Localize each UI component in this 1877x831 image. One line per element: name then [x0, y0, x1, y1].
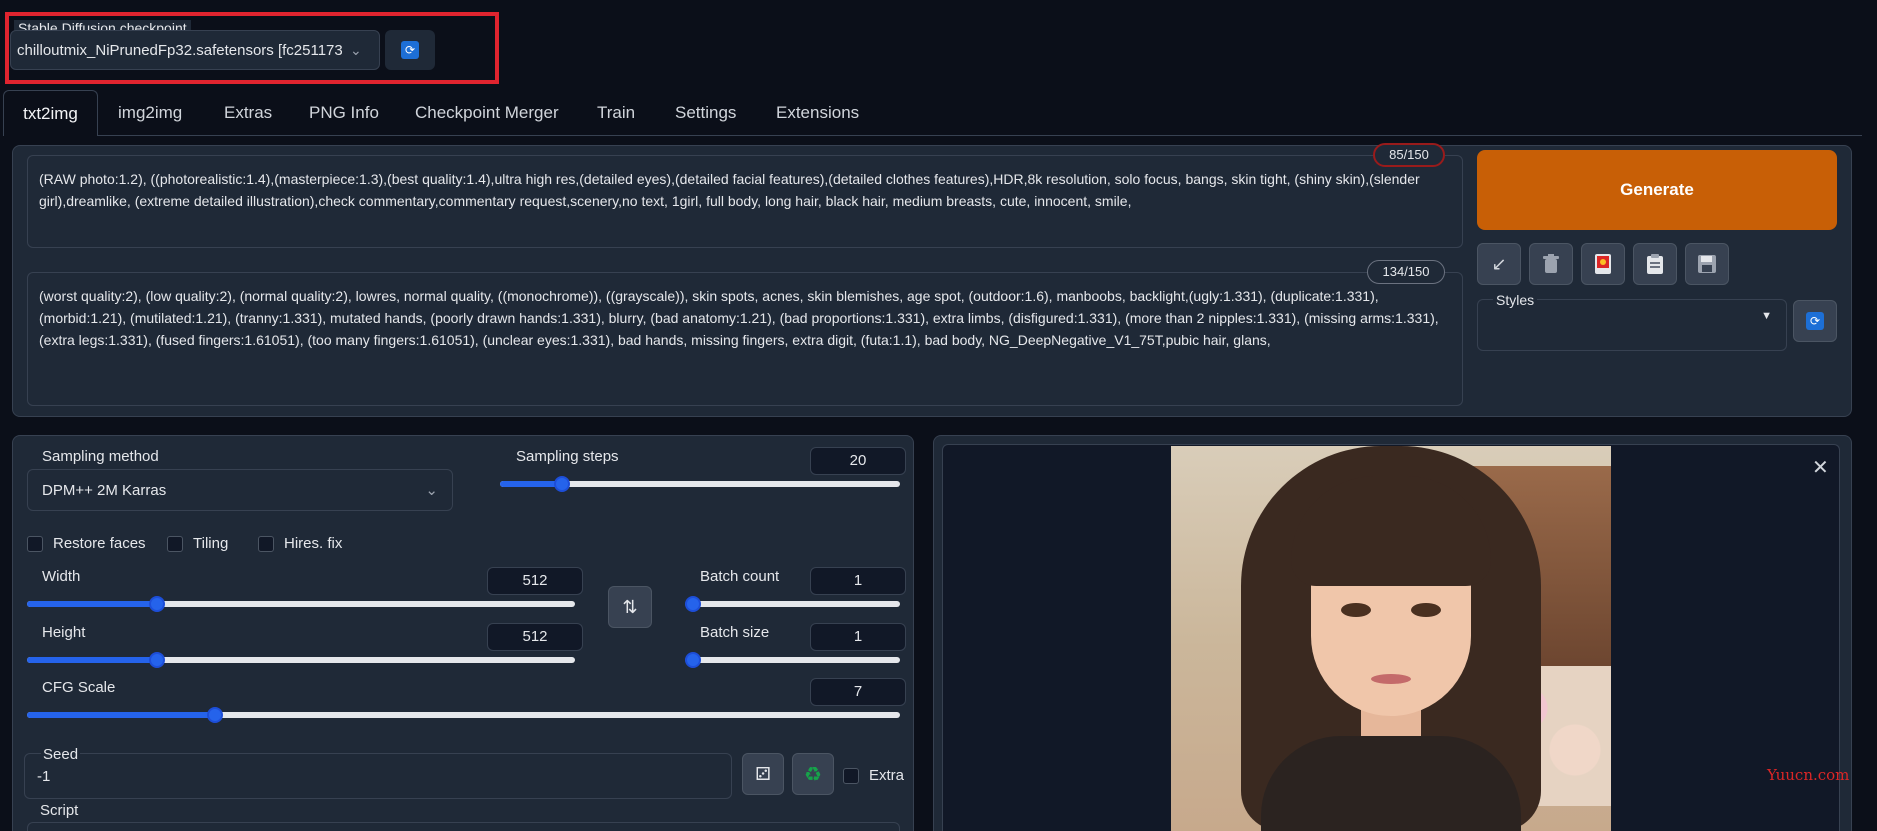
negative-prompt-text: (worst quality:2), (low quality:2), (nor…: [39, 288, 1439, 348]
save-style-button[interactable]: [1685, 243, 1729, 285]
restore-faces-label: Restore faces: [53, 535, 146, 552]
prompt-textarea[interactable]: (RAW photo:1.2), ((photorealistic:1.4),(…: [27, 155, 1463, 248]
height-label: Height: [42, 624, 86, 641]
sampling-steps-slider[interactable]: [500, 476, 900, 492]
seed-value: -1: [37, 768, 51, 785]
height-input[interactable]: 512: [487, 623, 583, 651]
eye-right: [1411, 603, 1441, 617]
sampling-method-label: Sampling method: [42, 448, 159, 465]
batch-size-slider[interactable]: [685, 652, 900, 668]
checkpoint-refresh-button[interactable]: ⟳: [385, 30, 435, 70]
script-dropdown[interactable]: [27, 822, 900, 831]
script-label: Script: [40, 802, 79, 819]
tab-png-info[interactable]: PNG Info: [309, 103, 379, 123]
extra-networks-button[interactable]: [1581, 243, 1625, 285]
seed-label: Seed: [41, 746, 81, 763]
blouse: [1261, 736, 1521, 831]
trash-icon: [1543, 254, 1559, 273]
random-seed-button[interactable]: ⚂: [742, 753, 784, 795]
chevron-down-icon: ▼: [1761, 310, 1772, 322]
dice-icon: ⚂: [755, 763, 771, 784]
tab-train[interactable]: Train: [597, 103, 635, 123]
reuse-seed-button[interactable]: ♻: [792, 753, 834, 795]
clipboard-icon: [1647, 254, 1663, 274]
batch-count-input[interactable]: 1: [810, 567, 906, 595]
clear-prompt-button[interactable]: [1529, 243, 1573, 285]
tiling-label: Tiling: [193, 535, 229, 552]
tab-img2img[interactable]: img2img: [118, 103, 182, 123]
swap-icon: ⇅: [622, 596, 638, 617]
sampling-method-dropdown[interactable]: DPM++ 2M Karras ⌄: [27, 469, 453, 511]
refresh-icon: ⟳: [401, 41, 419, 59]
tab-checkpoint-merger[interactable]: Checkpoint Merger: [415, 103, 559, 123]
checkbox-box: [258, 535, 274, 552]
checkpoint-dropdown[interactable]: chilloutmix_NiPrunedFp32.safetensors [fc…: [10, 30, 380, 70]
prompt-token-counter: 85/150: [1373, 143, 1445, 167]
height-slider[interactable]: [27, 652, 575, 668]
batch-count-label: Batch count: [700, 568, 780, 585]
chevron-down-icon: ⌄: [425, 482, 438, 499]
width-input[interactable]: 512: [487, 567, 583, 595]
restore-faces-checkbox[interactable]: Restore faces: [27, 535, 146, 552]
batch-size-input[interactable]: 1: [810, 623, 906, 651]
tab-bar: txt2img img2img Extras PNG Info Checkpoi…: [0, 90, 1877, 136]
styles-label: Styles: [1493, 292, 1538, 308]
paste-button[interactable]: [1633, 243, 1677, 285]
tab-extras[interactable]: Extras: [224, 103, 272, 123]
checkbox-box: [843, 767, 859, 784]
tab-divider: [97, 135, 1862, 136]
negative-prompt-textarea[interactable]: (worst quality:2), (low quality:2), (nor…: [27, 272, 1463, 406]
width-slider[interactable]: [27, 596, 575, 612]
cfg-scale-label: CFG Scale: [42, 679, 116, 696]
tab-txt2img[interactable]: txt2img: [3, 90, 98, 136]
extra-label: Extra: [869, 767, 905, 784]
extra-seed-checkbox[interactable]: Extra: [843, 767, 904, 784]
tiling-checkbox[interactable]: Tiling: [167, 535, 228, 552]
seed-field[interactable]: Seed -1: [24, 746, 732, 799]
sampling-steps-input[interactable]: 20: [810, 447, 906, 475]
negative-token-counter: 134/150: [1367, 260, 1445, 284]
width-label: Width: [42, 568, 81, 585]
styles-refresh-button[interactable]: ⟳: [1793, 300, 1837, 342]
close-icon[interactable]: ✕: [1812, 455, 1829, 480]
checkpoint-value: chilloutmix_NiPrunedFp32.safetensors [fc…: [17, 41, 342, 59]
batch-count-slider[interactable]: [685, 596, 900, 612]
chevron-down-icon: ⌄: [350, 41, 362, 58]
generate-label: Generate: [1620, 180, 1694, 199]
arrow-icon: ↙: [1491, 253, 1507, 274]
watermark: Yuucn.com: [1767, 766, 1850, 784]
sampling-steps-label: Sampling steps: [516, 448, 619, 465]
save-icon: [1698, 255, 1716, 273]
tab-settings[interactable]: Settings: [675, 103, 736, 123]
hires-fix-checkbox[interactable]: Hires. fix: [258, 535, 342, 552]
cfg-scale-input[interactable]: 7: [810, 678, 906, 706]
eye-left: [1341, 603, 1371, 617]
checkbox-box: [167, 535, 183, 552]
read-params-button[interactable]: ↙: [1477, 243, 1521, 285]
swap-dimensions-button[interactable]: ⇅: [608, 586, 652, 628]
cfg-scale-slider[interactable]: [27, 707, 900, 723]
batch-size-label: Batch size: [700, 624, 770, 641]
recycle-icon: ♻: [804, 763, 822, 786]
prompt-text: (RAW photo:1.2), ((photorealistic:1.4),(…: [39, 171, 1420, 209]
generate-button[interactable]: Generate: [1477, 150, 1837, 230]
styles-dropdown[interactable]: Styles ▼: [1477, 292, 1787, 351]
refresh-icon: ⟳: [1806, 312, 1824, 330]
card-icon: [1595, 254, 1611, 274]
tab-extensions[interactable]: Extensions: [776, 103, 859, 123]
lips: [1371, 674, 1411, 684]
sampling-method-value: DPM++ 2M Karras: [42, 481, 167, 499]
checkbox-box: [27, 535, 43, 552]
hires-fix-label: Hires. fix: [284, 535, 343, 552]
generated-image[interactable]: [1171, 446, 1611, 831]
